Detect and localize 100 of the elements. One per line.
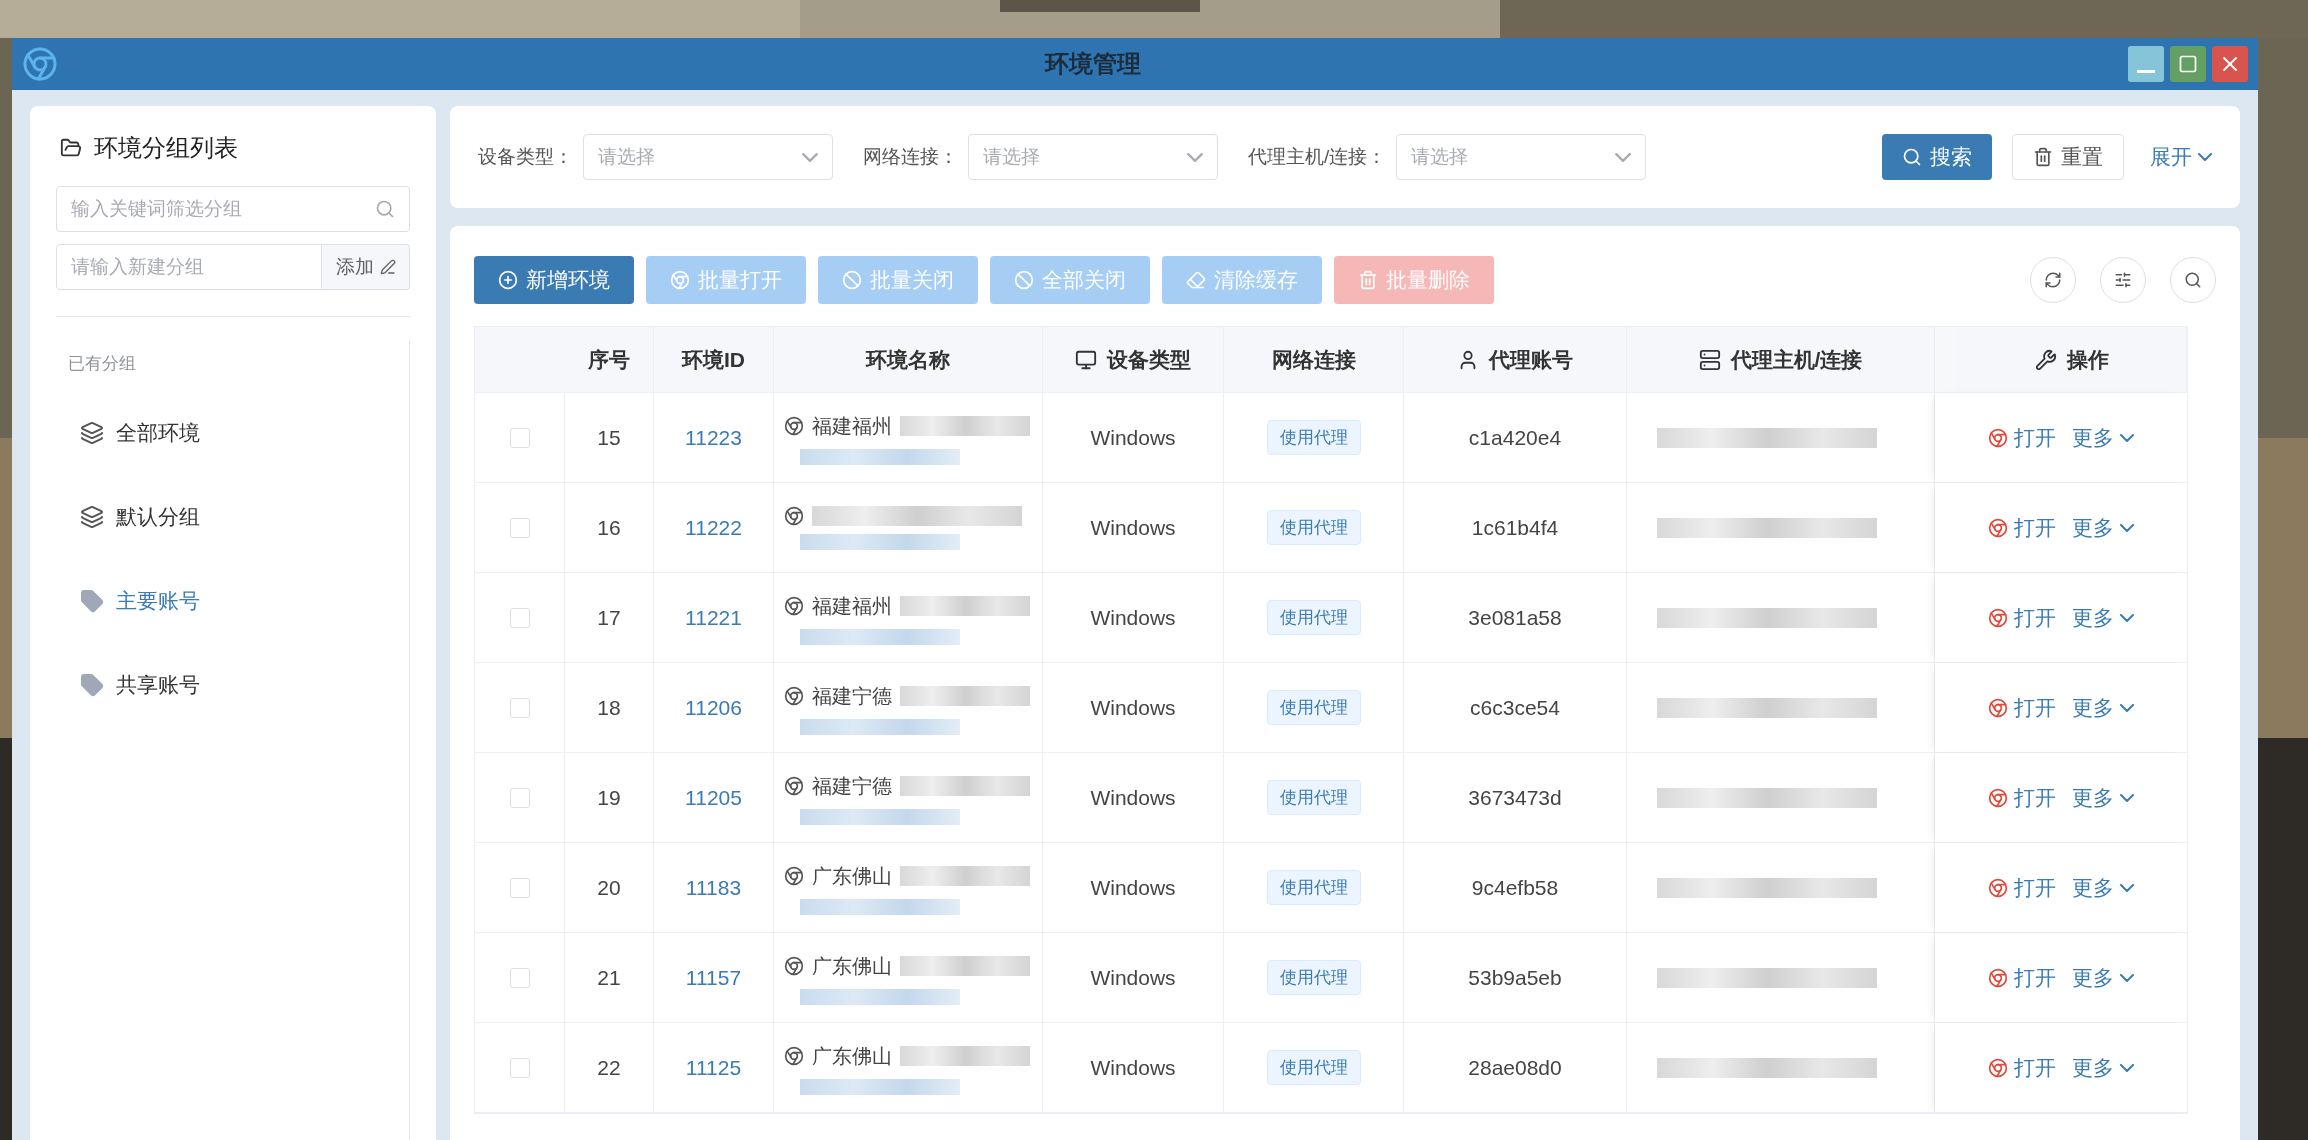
chevron-icon: [1615, 152, 1632, 162]
pen-icon: [379, 259, 396, 275]
group-item[interactable]: 共享账号: [68, 642, 409, 727]
column-header: 环境名称: [866, 346, 950, 373]
row-checkbox[interactable]: [509, 427, 530, 448]
network-tag: 使用代理: [1266, 1049, 1361, 1086]
more-link[interactable]: 更多: [2072, 1051, 2134, 1084]
env-id-link[interactable]: 11223: [685, 421, 742, 454]
network-tag: 使用代理: [1266, 779, 1361, 816]
minimize-button[interactable]: [2128, 46, 2164, 82]
open-link[interactable]: 打开: [1988, 691, 2056, 724]
server-icon: [1698, 348, 1721, 371]
open-link[interactable]: 打开: [1988, 961, 2056, 994]
browser-icon: [784, 505, 804, 526]
group-item[interactable]: 默认分组: [68, 474, 409, 559]
select-field[interactable]: 请选择: [583, 134, 833, 180]
row-checkbox[interactable]: [509, 787, 530, 808]
chevron-icon: [2120, 703, 2134, 712]
more-link[interactable]: 更多: [2072, 781, 2134, 814]
env-name: 福建福州: [812, 593, 892, 619]
search-icon: [1902, 147, 1922, 167]
button-icon: [498, 270, 518, 290]
row-checkbox[interactable]: [509, 967, 530, 988]
row-checkbox[interactable]: [509, 607, 530, 628]
network-tag: 使用代理: [1266, 599, 1361, 636]
browser-icon: [1988, 697, 2008, 718]
group-item[interactable]: 全部环境: [68, 390, 409, 475]
table-cell-text: Windows: [1090, 1054, 1176, 1081]
browser-icon: [1988, 877, 2008, 898]
column-header: 设备类型: [1107, 346, 1191, 373]
group-item[interactable]: 主要账号: [68, 558, 409, 643]
new-group-field[interactable]: 请输入新建分组: [56, 244, 322, 290]
close-button[interactable]: [2212, 46, 2248, 82]
more-link[interactable]: 更多: [2072, 601, 2134, 634]
open-link[interactable]: 打开: [1988, 781, 2056, 814]
search-input[interactable]: 输入关键词筛选分组: [71, 194, 375, 224]
open-link[interactable]: 打开: [1988, 421, 2056, 454]
table-cell-text: 9c4efb58: [1471, 874, 1559, 901]
env-name: 福建宁德: [812, 683, 892, 709]
more-link[interactable]: 更多: [2072, 511, 2134, 544]
more-link[interactable]: 更多: [2072, 421, 2134, 454]
select-placeholder: 请选择: [983, 144, 1040, 169]
env-id-link[interactable]: 11125: [685, 1051, 742, 1084]
more-link[interactable]: 更多: [2072, 961, 2134, 994]
open-link[interactable]: 打开: [1988, 511, 2056, 544]
browser-icon: [1988, 427, 2008, 448]
env-id-link[interactable]: 11222: [685, 511, 742, 544]
button-icon: [842, 270, 862, 290]
env-id-link[interactable]: 11183: [685, 871, 742, 904]
reset-button[interactable]: 重置: [2012, 134, 2124, 180]
open-link[interactable]: 打开: [1988, 871, 2056, 904]
chevron-icon: [2120, 973, 2134, 982]
env-id-link[interactable]: 11221: [685, 601, 742, 634]
column-header: 环境ID: [682, 346, 745, 373]
env-name: 福建宁德: [812, 773, 892, 799]
select-field[interactable]: 请选择: [968, 134, 1218, 180]
open-link[interactable]: 打开: [1988, 601, 2056, 634]
row-checkbox[interactable]: [509, 1057, 530, 1078]
open-link[interactable]: 打开: [1988, 1051, 2056, 1084]
table-cell-text: 20: [597, 874, 621, 901]
search-icon: [375, 199, 395, 219]
more-link[interactable]: 更多: [2072, 871, 2134, 904]
env-id-link[interactable]: 11205: [685, 781, 742, 814]
select-placeholder: 请选择: [598, 144, 655, 169]
table-cell-text: 21: [597, 964, 621, 991]
row-checkbox[interactable]: [509, 517, 530, 538]
table-cell-text: 3e081a58: [1468, 604, 1562, 631]
filter-label: 网络连接：: [863, 144, 958, 169]
row-checkbox[interactable]: [509, 697, 530, 718]
chevron-icon: [2120, 793, 2134, 802]
table-cell-text: 15: [597, 424, 621, 451]
browser-icon: [1988, 1057, 2008, 1078]
more-link[interactable]: 更多: [2072, 691, 2134, 724]
toolbar-button[interactable]: 新增环境: [474, 256, 634, 304]
column-header: 操作: [2066, 346, 2109, 373]
chevron-icon: [802, 152, 818, 162]
expand-link[interactable]: 展开: [2150, 141, 2212, 173]
env-name: 广东佛山: [812, 953, 892, 979]
network-tag: 使用代理: [1266, 509, 1361, 546]
env-id-link[interactable]: 11157: [685, 961, 742, 994]
window-title: 环境管理: [1045, 49, 1141, 79]
browser-icon: [1988, 607, 2008, 628]
table-cell-text: Windows: [1090, 784, 1176, 811]
network-tag: 使用代理: [1266, 869, 1361, 906]
column-header: 代理主机/连接: [1730, 346, 1863, 373]
env-name: 广东佛山: [812, 863, 892, 889]
table-cell-text: 3673473d: [1468, 784, 1562, 811]
env-name: 广东佛山: [812, 1043, 892, 1069]
search-button[interactable]: 搜索: [1882, 134, 1992, 180]
maximize-button[interactable]: [2170, 46, 2206, 82]
browser-icon: [784, 685, 804, 706]
row-checkbox[interactable]: [509, 877, 530, 898]
table-cell-text: 22: [597, 1054, 621, 1081]
tag-icon: [80, 672, 104, 697]
select-field[interactable]: 请选择: [1396, 134, 1647, 180]
group-search-field[interactable]: 输入关键词筛选分组: [56, 186, 410, 232]
maximize-icon: [2178, 54, 2198, 74]
env-id-link[interactable]: 11206: [685, 691, 742, 724]
add-group-button[interactable]: 添加: [322, 244, 410, 290]
select-placeholder: 请选择: [1411, 144, 1469, 169]
